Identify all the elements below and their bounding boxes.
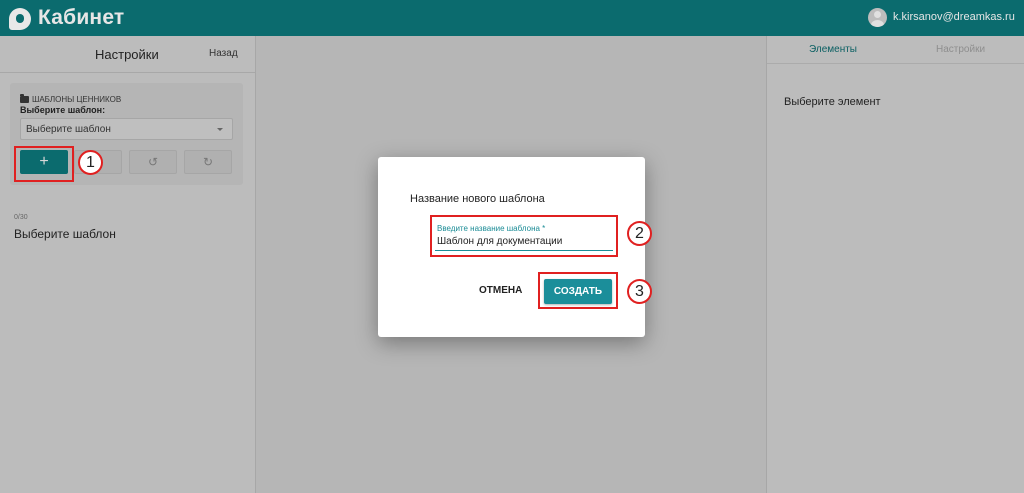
app-title: Кабинет <box>38 6 125 29</box>
step-marker-1: 1 <box>78 150 103 175</box>
section-title-text: ШАБЛОНЫ ЦЕННИКОВ <box>32 95 122 104</box>
user-email[interactable]: k.kirsanov@dreamkas.ru <box>893 11 1015 23</box>
sidebar-title: Настройки <box>95 47 159 62</box>
tab-elements[interactable]: Элементы <box>809 44 857 55</box>
folder-icon <box>20 94 29 103</box>
empty-state-text: Выберите шаблон <box>14 227 116 241</box>
back-link[interactable]: Назад <box>209 48 238 59</box>
undo-icon: ↺ <box>147 155 159 169</box>
redo-icon: ↻ <box>202 155 214 169</box>
dialog-title: Название нового шаблона <box>410 193 545 205</box>
highlight-add-button <box>14 146 74 182</box>
chevron-down-icon <box>217 128 223 131</box>
template-select-value: Выберите шаблон <box>26 124 111 135</box>
template-select-label: Выберите шаблон: <box>20 105 106 115</box>
tab-settings[interactable]: Настройки <box>936 44 985 55</box>
template-select[interactable]: Выберите шаблон <box>20 118 233 140</box>
properties-panel: Элементы Настройки Выберите элемент <box>767 36 1024 493</box>
settings-sidebar: Настройки Назад ШАБЛОНЫ ЦЕННИКОВ Выберит… <box>0 36 255 493</box>
app-header: Кабинет k.kirsanov@dreamkas.ru <box>0 0 1024 36</box>
divider <box>767 63 1024 64</box>
undo-button[interactable]: ↺ <box>129 150 177 174</box>
divider <box>0 72 255 73</box>
highlight-create-button <box>538 272 618 309</box>
redo-button[interactable]: ↻ <box>184 150 232 174</box>
avatar-icon[interactable] <box>868 8 887 27</box>
step-marker-2: 2 <box>627 221 652 246</box>
empty-element-text: Выберите элемент <box>784 96 881 108</box>
step-marker-3: 3 <box>627 279 652 304</box>
template-counter: 0/30 <box>14 214 28 221</box>
highlight-name-field <box>430 215 618 257</box>
cancel-button[interactable]: ОТМЕНА <box>479 285 522 296</box>
logo-icon[interactable] <box>9 8 31 30</box>
templates-section-title: ШАБЛОНЫ ЦЕННИКОВ <box>20 94 122 104</box>
